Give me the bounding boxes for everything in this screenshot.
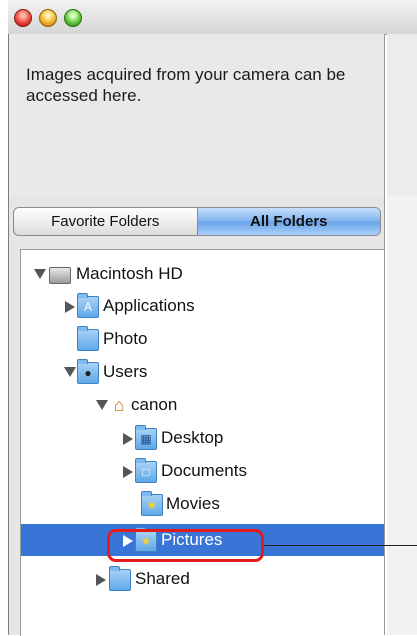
tree-item-label: canon [131, 395, 178, 414]
expanded-triangle-icon[interactable] [34, 269, 46, 279]
applications-folder-icon: A [77, 293, 99, 318]
folder-view-segmented-control[interactable]: Favorite Folders All Folders [13, 207, 381, 236]
tab-favorite-folders[interactable]: Favorite Folders [14, 208, 198, 235]
collapsed-triangle-icon[interactable] [65, 301, 75, 313]
home-icon: ⌂ [113, 394, 125, 415]
tree-row-shared[interactable]: Shared [21, 563, 385, 595]
collapsed-triangle-icon[interactable] [96, 574, 106, 586]
tree-row-applications[interactable]: A Applications [21, 290, 385, 322]
info-text: Images acquired from your camera can be … [26, 65, 346, 105]
minimize-window-button[interactable] [39, 9, 57, 27]
tree-row-movies[interactable]: ★ Movies [21, 488, 385, 520]
tree-item-label: Documents [161, 461, 247, 480]
close-window-button[interactable] [14, 9, 32, 27]
info-panel [9, 34, 384, 196]
folder-icon [109, 566, 131, 591]
tree-row-users[interactable]: ● Users [21, 356, 385, 388]
movies-folder-icon: ★ [141, 491, 163, 516]
tree-row-canon[interactable]: ⌂ canon [21, 389, 385, 421]
tree-row-desktop[interactable]: ▦ Desktop [21, 422, 385, 454]
tree-row-photo[interactable]: Photo [21, 323, 385, 355]
tree-item-label: Users [103, 362, 148, 381]
tree-item-label: Applications [103, 296, 195, 315]
desktop-folder-icon: ▦ [135, 425, 157, 450]
users-folder-icon: ● [77, 359, 99, 384]
zoom-window-button[interactable] [64, 9, 82, 27]
app-window: Images acquired from your camera can be … [0, 0, 417, 636]
tree-row-documents[interactable]: □ Documents [21, 455, 385, 487]
tree-row-macintosh-hd[interactable]: Macintosh HD [21, 258, 385, 290]
expanded-triangle-icon[interactable] [64, 367, 76, 377]
collapsed-triangle-icon[interactable] [123, 433, 133, 445]
title-bar[interactable] [8, 0, 417, 35]
tree-item-label: Movies [166, 494, 220, 513]
tree-item-label: Photo [103, 329, 148, 348]
hard-disk-icon [49, 267, 71, 284]
tree-item-label: Desktop [161, 428, 224, 447]
right-pane-lower [387, 196, 417, 635]
tree-item-label: Shared [135, 569, 190, 588]
folder-tree[interactable]: Macintosh HD A Applications Photo ● User… [20, 249, 385, 636]
right-pane [387, 34, 417, 196]
documents-folder-icon: □ [135, 458, 157, 483]
tab-all-folders[interactable]: All Folders [197, 208, 380, 235]
callout-line [264, 545, 417, 546]
pictures-highlight-outline [107, 529, 264, 562]
folder-icon [77, 326, 99, 351]
collapsed-triangle-icon[interactable] [123, 466, 133, 478]
expanded-triangle-icon[interactable] [96, 400, 108, 410]
tree-item-label: Macintosh HD [76, 264, 183, 283]
